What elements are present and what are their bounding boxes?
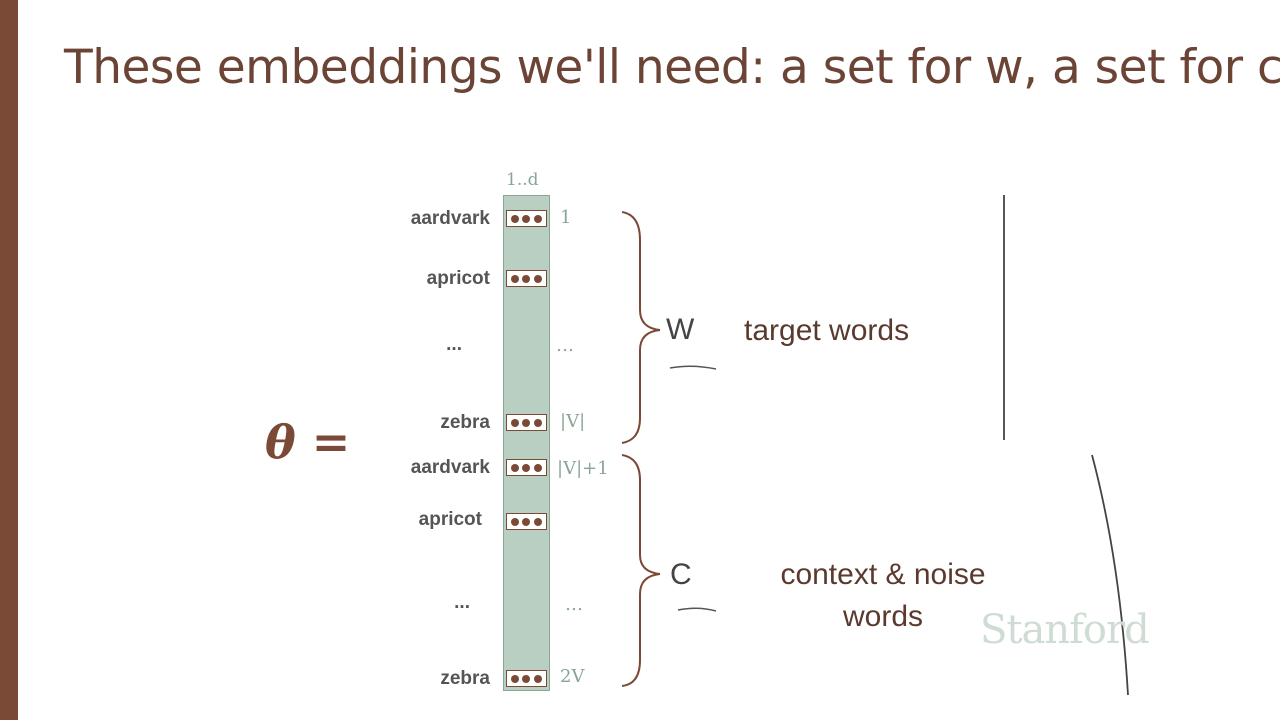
- underline-c: [677, 607, 717, 612]
- vertical-stroke-2: [1091, 454, 1129, 696]
- group-label-c-line1: context & noise: [780, 558, 986, 591]
- stanford-watermark: Stanford: [980, 607, 1150, 653]
- group-letter-c: C: [670, 558, 692, 591]
- brace-w: [621, 211, 661, 444]
- underline-w: [669, 365, 717, 370]
- group-letter-w: W: [666, 313, 695, 346]
- group-label-w: target words: [744, 314, 910, 347]
- group-label-c-line2: words: [842, 600, 924, 633]
- brace-c: [621, 454, 661, 687]
